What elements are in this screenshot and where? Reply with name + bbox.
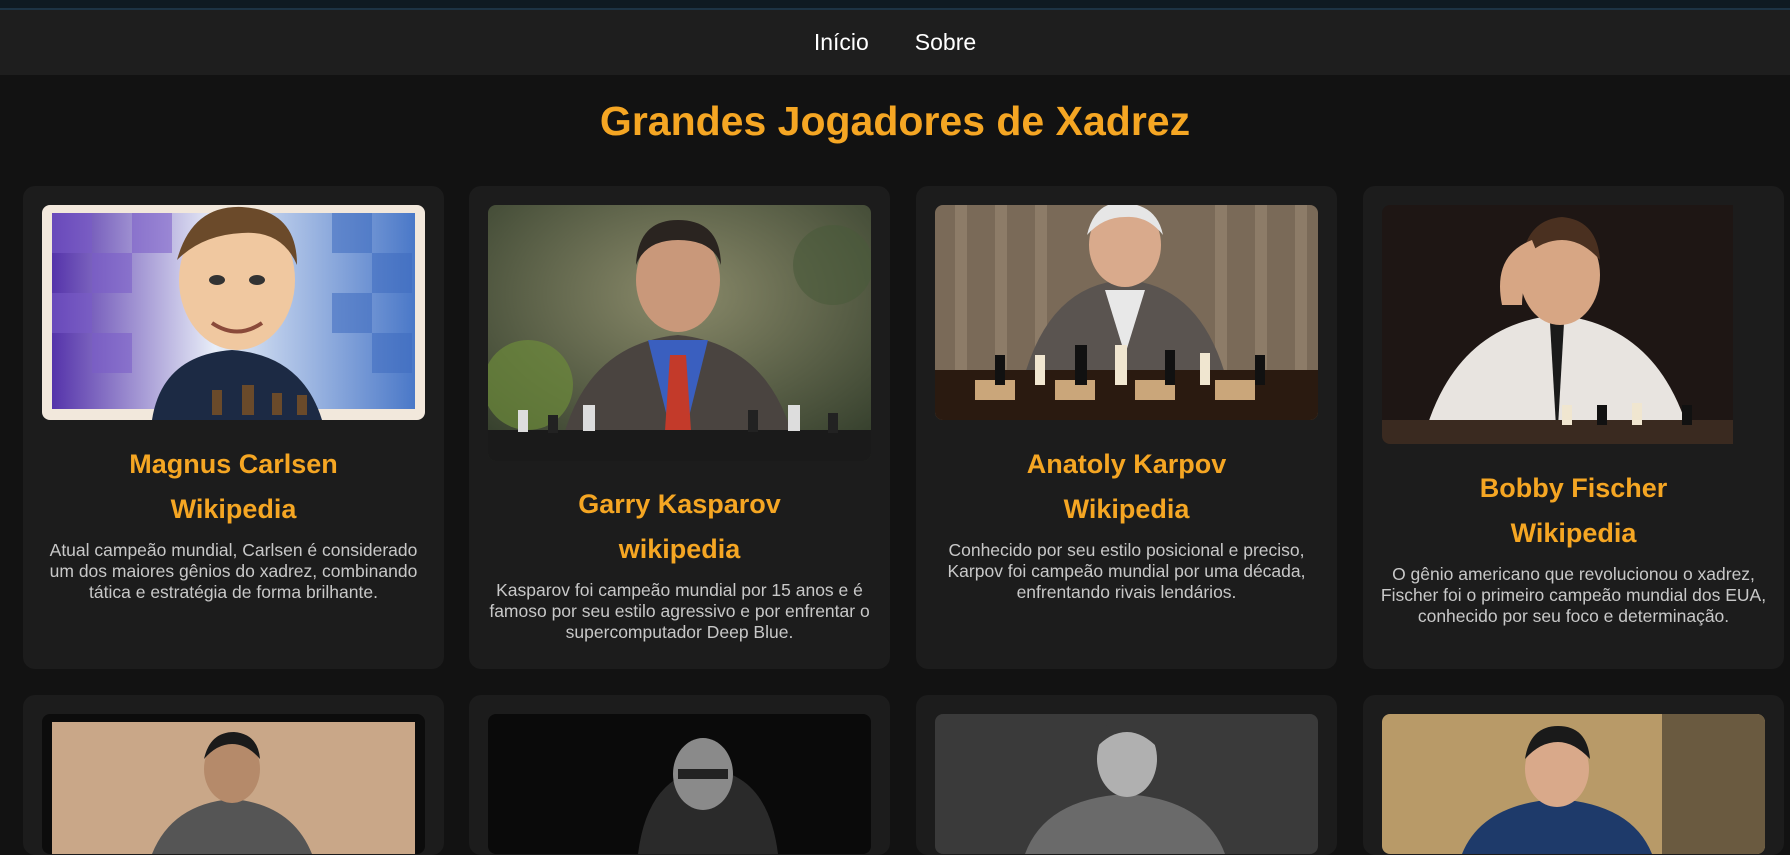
player-description-karpov: Conhecido por seu estilo posicional e pr… <box>947 540 1306 602</box>
player-image-row2-2 <box>488 714 871 854</box>
wikipedia-link-karpov[interactable]: Wikipedia <box>916 487 1337 532</box>
player-card-row2-2 <box>469 695 890 855</box>
player-image-karpov <box>935 205 1318 420</box>
player-name-fischer: Bobby Fischer <box>1479 473 1668 503</box>
player-image-row2-3 <box>935 714 1318 854</box>
page-title: Grandes Jogadores de Xadrez <box>599 98 1191 144</box>
player-description-fischer: O gênio americano que revolucionou o xad… <box>1380 564 1767 626</box>
nav-link-inicio[interactable]: Início <box>814 29 869 56</box>
player-card-row2-3 <box>916 695 1337 855</box>
player-name-carlsen: Magnus Carlsen <box>129 449 338 479</box>
player-image-row2-4 <box>1382 714 1765 854</box>
wikipedia-link-carlsen[interactable]: Wikipedia <box>23 487 444 532</box>
player-image-carlsen <box>42 205 425 420</box>
player-image-kasparov <box>488 205 871 461</box>
player-description-kasparov: Kasparov foi campeão mundial por 15 anos… <box>489 580 870 642</box>
wikipedia-link-kasparov[interactable]: wikipedia <box>469 527 890 572</box>
player-description-carlsen: Atual campeão mundial, Carlsen é conside… <box>49 540 418 602</box>
navbar: Início Sobre <box>0 10 1790 75</box>
player-card-karpov: Anatoly Karpov Wikipedia Conhecido por s… <box>916 186 1337 669</box>
player-name-kasparov: Garry Kasparov <box>578 489 781 519</box>
player-card-row2-4 <box>1363 695 1784 855</box>
top-strip <box>0 0 1790 10</box>
player-image-fischer <box>1382 205 1765 444</box>
player-card-fischer: Bobby Fischer Wikipedia O gênio american… <box>1363 186 1784 669</box>
player-image-row2-1 <box>42 714 425 854</box>
player-name-karpov: Anatoly Karpov <box>1026 449 1227 479</box>
player-card-carlsen: Magnus Carlsen Wikipedia Atual campeão m… <box>23 186 444 669</box>
player-card-kasparov: Garry Kasparov wikipedia Kasparov foi ca… <box>469 186 890 669</box>
wikipedia-link-fischer[interactable]: Wikipedia <box>1363 511 1784 556</box>
nav-link-sobre[interactable]: Sobre <box>915 29 976 56</box>
player-card-row2-1 <box>23 695 444 855</box>
